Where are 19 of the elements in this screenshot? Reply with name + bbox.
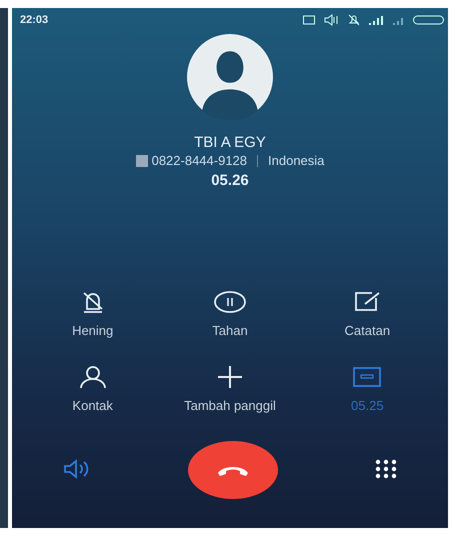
battery-icon [413,15,444,25]
message-icon [303,15,315,25]
avatar-icon [187,34,273,120]
muted-bell-icon [348,14,360,26]
call-action-button[interactable]: Kontak [24,364,162,413]
signal-icon [393,15,404,25]
call-action-button[interactable]: Tambah panggil [161,364,299,413]
status-time: 22:03 [20,14,48,26]
call-duration: 05.26 [211,172,249,189]
pause-icon [212,289,247,315]
call-action-button[interactable]: Catatan [298,289,436,338]
signal-icon [369,15,384,25]
call-action-button[interactable]: Hening [24,289,162,338]
caller-name: TBI A EGY [194,134,266,151]
volume-icon [324,14,339,26]
phone-number: 0822-8444-9128 [152,153,248,168]
caller-region: Indonesia [268,153,324,168]
call-action-button[interactable]: Tahan [161,289,299,338]
dialpad-icon [374,458,398,478]
